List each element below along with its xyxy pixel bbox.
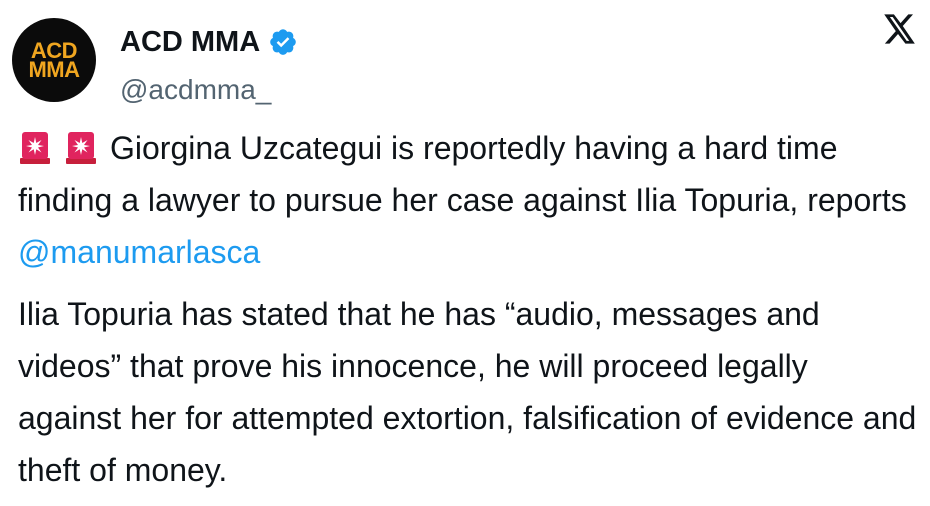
siren-emoji-icon bbox=[20, 132, 50, 164]
tweet-paragraph-2: Ilia Topuria has stated that he has “aud… bbox=[18, 288, 918, 496]
verified-badge-icon bbox=[270, 29, 296, 55]
tweet-card: ACD MMA ACD MMA @acdmma_ Giorgina Uzcate… bbox=[0, 0, 930, 506]
siren-emoji-icon bbox=[66, 132, 96, 164]
user-handle[interactable]: @acdmma_ bbox=[120, 70, 298, 110]
author-info: ACD MMA @acdmma_ bbox=[120, 22, 298, 110]
name-row: ACD MMA bbox=[120, 22, 298, 62]
tweet-body: Giorgina Uzcategui is reportedly having … bbox=[18, 122, 918, 496]
avatar[interactable]: ACD MMA bbox=[12, 18, 96, 102]
tweet-text-1: Giorgina Uzcategui is reportedly having … bbox=[18, 130, 907, 218]
tweet-paragraph-1: Giorgina Uzcategui is reportedly having … bbox=[18, 122, 918, 278]
tweet-text-2: Ilia Topuria has stated that he has “aud… bbox=[18, 296, 917, 488]
display-name[interactable]: ACD MMA bbox=[120, 22, 260, 62]
mention-link[interactable]: @manumarlasca bbox=[18, 234, 260, 270]
x-logo-icon[interactable] bbox=[884, 14, 916, 44]
avatar-logo-line-2: MMA bbox=[28, 57, 80, 82]
